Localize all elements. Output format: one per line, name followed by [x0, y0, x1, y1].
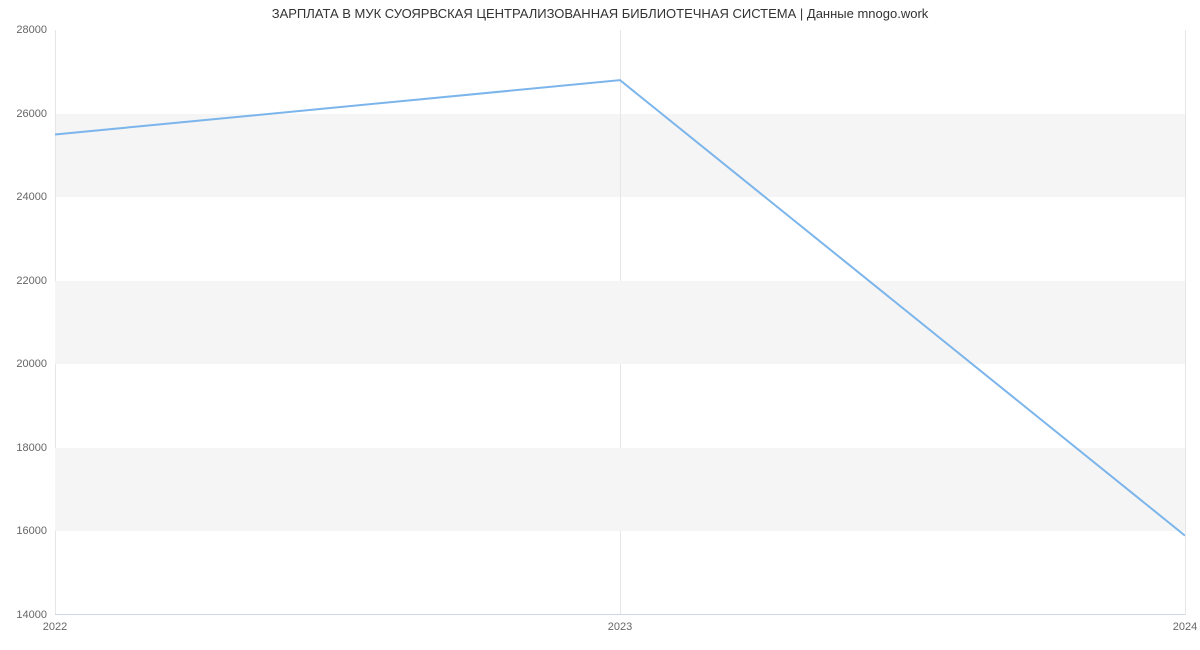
x-gridline — [1185, 30, 1186, 615]
y-tick-label: 22000 — [16, 275, 55, 287]
x-tick-label: 2023 — [608, 615, 632, 633]
x-tick-label: 2022 — [43, 615, 67, 633]
y-tick-label: 28000 — [16, 24, 55, 36]
plot-area: 1400016000180002000022000240002600028000… — [55, 30, 1185, 615]
x-tick-label: 2024 — [1173, 615, 1197, 633]
y-tick-label: 24000 — [16, 191, 55, 203]
y-tick-label: 26000 — [16, 108, 55, 120]
data-series-line — [55, 80, 1185, 535]
y-tick-label: 20000 — [16, 358, 55, 370]
chart-svg — [55, 30, 1185, 615]
chart-title: ЗАРПЛАТА В МУК СУОЯРВСКАЯ ЦЕНТРАЛИЗОВАНН… — [0, 6, 1200, 21]
y-tick-label: 16000 — [16, 525, 55, 537]
y-tick-label: 18000 — [16, 442, 55, 454]
chart-container: ЗАРПЛАТА В МУК СУОЯРВСКАЯ ЦЕНТРАЛИЗОВАНН… — [0, 0, 1200, 650]
